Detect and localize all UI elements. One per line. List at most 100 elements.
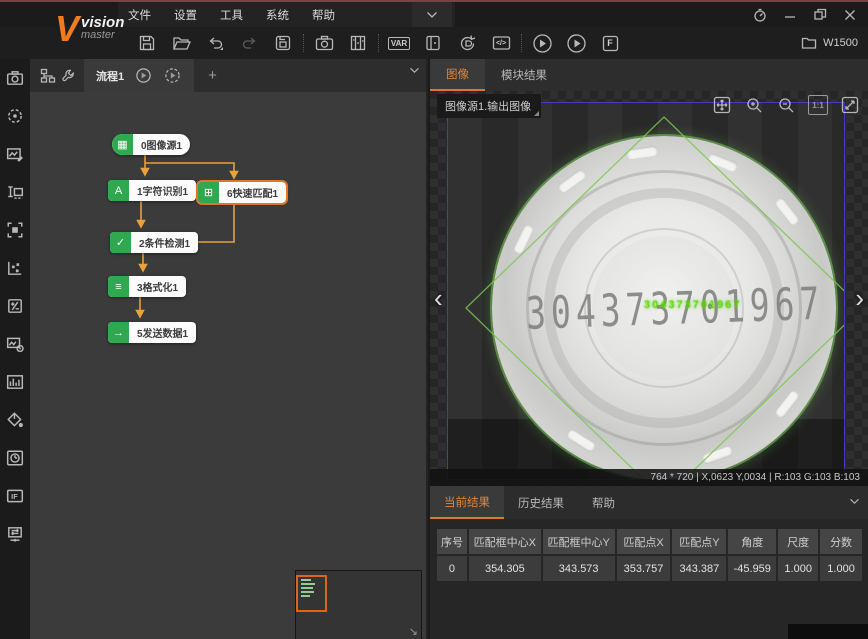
tool-sidebar: IF: [0, 59, 30, 639]
table-row[interactable]: 0 354.305 343.573 353.757 343.387 -45.95…: [437, 556, 862, 581]
result-view-panel: 图像 模块结果 图像源1.输出图像 1:1: [430, 59, 868, 639]
text-roi-icon[interactable]: [4, 181, 26, 203]
tab-help[interactable]: 帮助: [578, 486, 629, 519]
image-source-selector[interactable]: 图像源1.输出图像: [437, 94, 541, 118]
camera-capture-icon[interactable]: [312, 31, 336, 55]
flow-run-loop-icon[interactable]: [162, 66, 182, 86]
open-folder-icon[interactable]: [169, 31, 193, 55]
flow-node-send-data[interactable]: → 5发送数据1: [108, 322, 196, 343]
run-once-icon[interactable]: [530, 31, 554, 55]
flow-toolbar: 流程1 +: [30, 59, 426, 92]
resize-grip[interactable]: [788, 624, 868, 639]
logo-v-mark: V: [55, 9, 79, 49]
redo-icon[interactable]: [237, 31, 261, 55]
menu-tools[interactable]: 工具: [220, 7, 243, 23]
performance-monitor-icon[interactable]: [752, 7, 768, 23]
minimap-viewport[interactable]: [296, 575, 327, 612]
match-result-table: 序号 匹配框中心X 匹配框中心Y 匹配点X 匹配点Y 角度 尺度 分数 0 35…: [437, 529, 862, 581]
focus-roi-icon[interactable]: [4, 219, 26, 241]
flow-run-once-icon[interactable]: [133, 66, 153, 86]
target-locate-icon[interactable]: [4, 105, 26, 127]
flow-node-condition-check[interactable]: ✓ 2条件检测1: [110, 232, 198, 253]
fill-tool-icon[interactable]: [4, 409, 26, 431]
char-recognition-node-icon: A: [108, 180, 129, 201]
zoom-in-icon[interactable]: [744, 95, 764, 115]
workspace-switcher[interactable]: W1500: [801, 27, 858, 59]
one-to-one-icon[interactable]: 1:1: [808, 95, 828, 115]
menubar-collapse-chevron-icon[interactable]: [412, 2, 452, 27]
global-variable-icon[interactable]: VAR: [387, 31, 411, 55]
restore-button[interactable]: [812, 7, 828, 23]
flow-minimap[interactable]: ↘: [295, 570, 422, 639]
tab-image[interactable]: 图像: [430, 59, 485, 91]
flow-tab[interactable]: 流程1: [84, 59, 194, 92]
if-branch-icon[interactable]: IF: [4, 485, 26, 507]
image-edit-icon[interactable]: [4, 143, 26, 165]
workspace-name: W1500: [823, 37, 858, 49]
module-list-icon[interactable]: [346, 31, 370, 55]
workspace-folder-icon: [801, 36, 817, 50]
zoom-out-icon[interactable]: [776, 95, 796, 115]
flow-node-fast-match[interactable]: ⊞ 6快速匹配1: [198, 182, 286, 203]
prev-image-chevron-icon[interactable]: ‹: [434, 283, 443, 314]
svg-text:IF: IF: [11, 492, 18, 501]
visionmaster-logo: V vision master: [55, 4, 155, 54]
app-window: 文件 设置 工具 系统 帮助 V vision: [0, 0, 868, 639]
add-flow-button[interactable]: +: [208, 67, 217, 84]
data-exchange-icon[interactable]: [4, 523, 26, 545]
flow-list-icon[interactable]: [38, 66, 58, 86]
image-config-icon[interactable]: [4, 333, 26, 355]
scatter-align-icon[interactable]: [4, 257, 26, 279]
logo-line1: vision: [81, 16, 124, 29]
save-as-icon[interactable]: [271, 31, 295, 55]
menu-system[interactable]: 系统: [266, 7, 289, 23]
pan-icon[interactable]: [712, 95, 732, 115]
menu-settings[interactable]: 设置: [174, 7, 197, 23]
minimize-button[interactable]: [782, 7, 798, 23]
format-node-icon: ≡: [108, 276, 129, 297]
next-image-chevron-icon[interactable]: ›: [855, 283, 864, 314]
undo-icon[interactable]: [203, 31, 227, 55]
tab-current-result[interactable]: 当前结果: [430, 486, 504, 519]
flowbar-chevron-icon[interactable]: [409, 67, 420, 74]
image-viewport[interactable]: 图像源1.输出图像 1:1: [430, 91, 868, 486]
menu-help[interactable]: 帮助: [312, 7, 335, 23]
result-tabs: 当前结果 历史结果 帮助: [430, 486, 868, 519]
window-controls: [752, 2, 864, 27]
format-tool-icon[interactable]: F: [598, 31, 622, 55]
fast-match-node-icon: ⊞: [198, 182, 219, 203]
io-panel-icon[interactable]: [421, 31, 445, 55]
image-source-node-icon: ▦: [112, 134, 133, 155]
close-button[interactable]: [842, 7, 858, 23]
table-header-row: 序号 匹配框中心X 匹配框中心Y 匹配点X 匹配点Y 角度 尺度 分数: [437, 529, 862, 554]
timer-icon[interactable]: [4, 447, 26, 469]
flow-connections: [30, 92, 426, 639]
viewport-toolbar: 1:1: [712, 95, 860, 115]
tab-history-result[interactable]: 历史结果: [504, 486, 578, 519]
camera-source-icon[interactable]: [4, 67, 26, 89]
result-table-area: 序号 匹配框中心X 匹配框中心Y 匹配点X 匹配点Y 角度 尺度 分数 0 35…: [430, 519, 868, 639]
menu-bar: 文件 设置 工具 系统 帮助: [118, 2, 455, 27]
result-panel-chevron-icon[interactable]: [849, 498, 860, 505]
global-script-icon[interactable]: </>: [489, 31, 513, 55]
flow-node-format[interactable]: ≡ 3格式化1: [108, 276, 186, 297]
image-panel-tabs: 图像 模块结果: [430, 59, 868, 91]
calculator-icon[interactable]: [4, 295, 26, 317]
match-region-overlay: [448, 103, 845, 480]
inspected-image: 304373701967 304373701967: [447, 102, 845, 480]
flow-canvas[interactable]: ▦ 0图像源1 A 1字符识别1 ⊞ 6快速匹配1 ✓ 2条件检测1 ≡ 3格式…: [30, 92, 426, 639]
flow-node-image-source[interactable]: ▦ 0图像源1: [112, 134, 190, 155]
send-data-node-icon: →: [108, 322, 129, 343]
flow-tab-label: 流程1: [96, 68, 124, 84]
wrench-settings-icon[interactable]: [58, 66, 78, 86]
condition-check-node-icon: ✓: [110, 232, 131, 253]
flow-editor-panel: 流程1 +: [30, 59, 428, 639]
histogram-icon[interactable]: [4, 371, 26, 393]
global-trigger-icon[interactable]: [455, 31, 479, 55]
run-continuous-icon[interactable]: [564, 31, 588, 55]
fit-screen-icon[interactable]: [840, 95, 860, 115]
minimap-resize-icon[interactable]: ↘: [409, 625, 418, 638]
flow-node-char-recognition[interactable]: A 1字符识别1: [108, 180, 196, 201]
tab-module-result[interactable]: 模块结果: [485, 59, 563, 91]
image-status-bar: 764 * 720 | X,0623 Y,0034 | R:103 G:103 …: [430, 469, 868, 486]
